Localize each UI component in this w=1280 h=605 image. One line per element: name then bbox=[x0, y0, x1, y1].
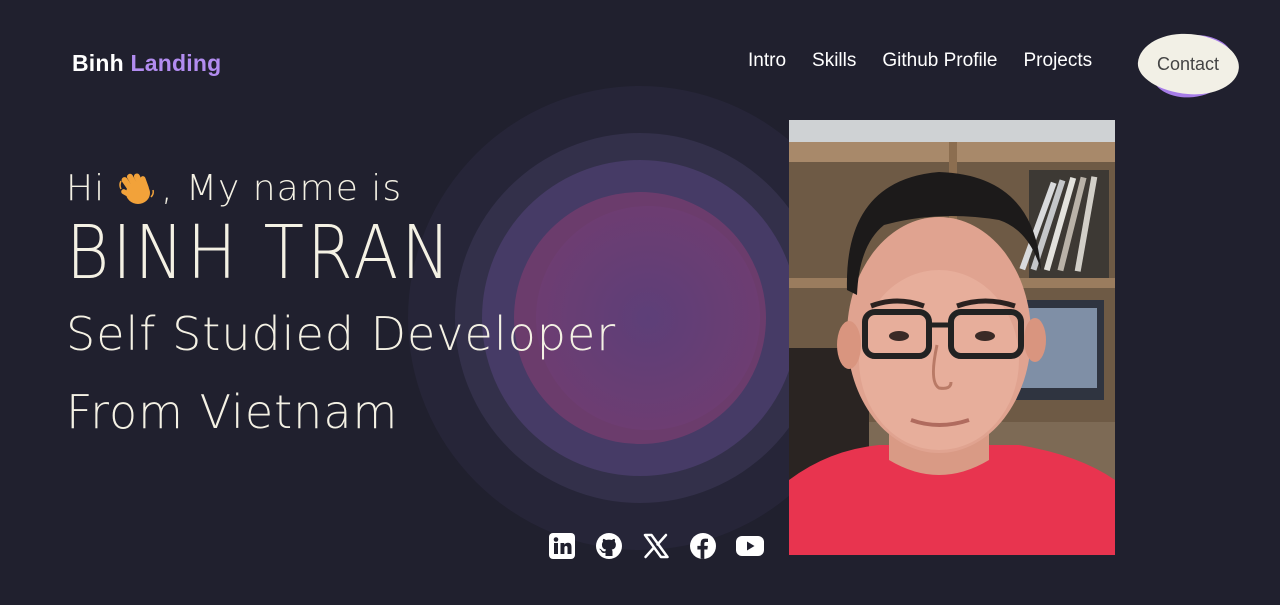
logo-accent: Landing bbox=[130, 50, 222, 76]
site-logo[interactable]: Binh Landing bbox=[72, 50, 221, 77]
nav-link-github-profile[interactable]: Github Profile bbox=[882, 50, 997, 72]
greeting-hi: Hi bbox=[66, 168, 106, 209]
main-nav: Intro Skills Github Profile Projects bbox=[748, 50, 1092, 72]
hero-role-line-2: From Vietnam bbox=[66, 385, 399, 439]
nav-link-skills[interactable]: Skills bbox=[812, 50, 856, 72]
contact-button[interactable]: Contact bbox=[1135, 29, 1242, 99]
x-icon[interactable] bbox=[640, 530, 671, 561]
hero-role: Self Studied Developer From Vietnam bbox=[66, 295, 616, 451]
social-links bbox=[546, 530, 765, 561]
facebook-icon[interactable] bbox=[687, 530, 718, 561]
linkedin-icon[interactable] bbox=[546, 530, 577, 561]
hero-role-line-1: Self Studied Developer bbox=[66, 307, 617, 361]
nav-link-intro[interactable]: Intro bbox=[748, 50, 786, 72]
logo-main: Binh bbox=[72, 50, 124, 76]
youtube-icon[interactable] bbox=[734, 530, 765, 561]
nav-link-projects[interactable]: Projects bbox=[1024, 50, 1093, 72]
greeting-rest: , My name is bbox=[161, 168, 403, 209]
hero-name: BINH TRAN bbox=[66, 209, 454, 297]
hero-greeting: Hi , My name is bbox=[66, 168, 616, 209]
hero-section: Hi , My name is BINH TRAN Self Studied D… bbox=[66, 168, 616, 451]
profile-photo bbox=[789, 120, 1115, 555]
contact-button-wrapper: Contact bbox=[1135, 28, 1242, 104]
github-icon[interactable] bbox=[593, 530, 624, 561]
contact-button-label: Contact bbox=[1157, 53, 1220, 74]
waving-hand-icon bbox=[119, 172, 155, 204]
